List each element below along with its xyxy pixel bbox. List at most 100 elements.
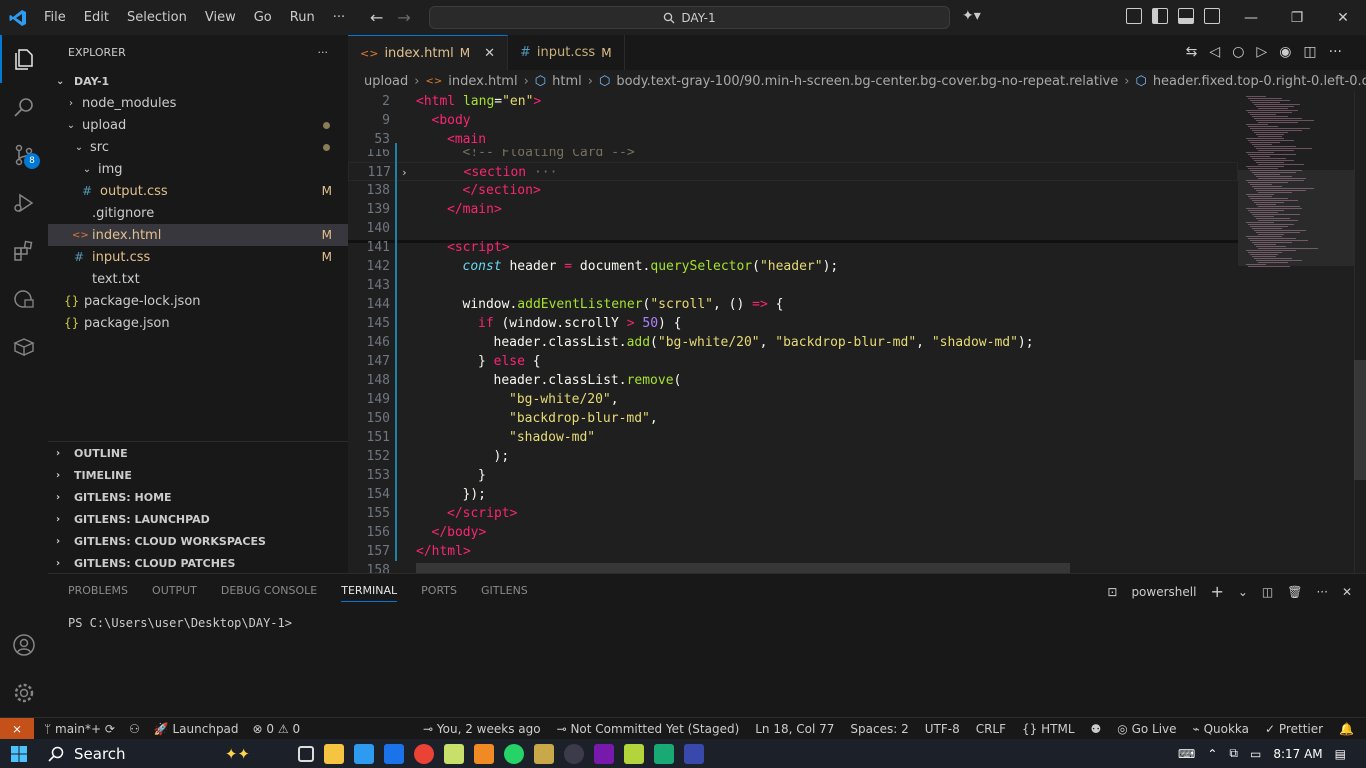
encoding[interactable]: UTF-8 (925, 722, 960, 736)
tab-index-html[interactable]: <> index.html M ✕ (348, 35, 509, 70)
tab-output[interactable]: OUTPUT (152, 584, 197, 602)
section-header[interactable]: › GITLENS: HOME (48, 486, 348, 508)
toggle-primary-sidebar-icon[interactable] (1152, 8, 1168, 24)
chevron-down-icon[interactable]: ⌄ (1238, 585, 1248, 599)
network-icon[interactable]: ⧉ (1229, 746, 1238, 761)
code-line[interactable]: 151 "shadow-md" (348, 428, 1238, 447)
indentation[interactable]: Spaces: 2 (850, 722, 908, 736)
tree-item[interactable]: {} package-lock.json (48, 290, 348, 312)
code-line[interactable]: 145 if (window.scrollY > 50) { (348, 314, 1238, 333)
minimize-icon[interactable]: — (1228, 0, 1274, 35)
tab-problems[interactable]: PROBLEMS (68, 584, 128, 602)
explorer-icon[interactable] (0, 35, 48, 83)
split-terminal-icon[interactable]: ◫ (1262, 585, 1273, 599)
code-line[interactable]: 153} (348, 466, 1238, 485)
breadcrumb-folder[interactable]: upload (364, 74, 408, 89)
compare-changes-icon[interactable]: ⇆ (1186, 44, 1198, 60)
code-line[interactable]: 143 (348, 276, 1238, 295)
remote-indicator-icon[interactable]: ⨯ (0, 717, 34, 740)
split-editor-icon[interactable]: ◫ (1303, 44, 1316, 60)
trash-icon[interactable]: 🗑 (1287, 585, 1302, 599)
code-line[interactable]: 142 const header = document.querySelector… (348, 257, 1238, 276)
tab-debug-console[interactable]: DEBUG CONSOLE (221, 584, 317, 602)
menu-selection[interactable]: Selection (118, 0, 196, 35)
gitlens-icon[interactable]: ⚇ (129, 722, 140, 736)
sticky-scroll-line[interactable]: 2 <html lang="en"> (348, 92, 1238, 111)
section-header[interactable]: › TIMELINE (48, 464, 348, 486)
layout-toggle-icon[interactable] (1126, 8, 1142, 24)
menu-more[interactable]: ··· (324, 0, 354, 35)
remote-explorer-icon[interactable] (0, 275, 48, 323)
back-arrow-icon[interactable]: ← (370, 8, 383, 27)
tree-item[interactable]: › node_modules (48, 92, 348, 114)
workspace-root[interactable]: ⌄ DAY-1 (48, 70, 348, 92)
restore-icon[interactable]: ❐ (1274, 0, 1320, 35)
tree-item[interactable]: ⌄ upload (48, 114, 348, 136)
tree-item[interactable]: <> index.html M (48, 224, 348, 246)
tab-gitlens[interactable]: GITLENS (481, 584, 528, 602)
task-view-icon[interactable] (298, 745, 314, 762)
account-icon[interactable] (0, 621, 48, 669)
code-line[interactable]: 117 › <section ··· (348, 162, 1238, 181)
clock[interactable]: 8:17 AM (1273, 747, 1322, 761)
breadcrumb-body[interactable]: body.text-gray-100/90.min-h-screen.bg-ce… (616, 74, 1118, 89)
code-line[interactable]: 148 header.classList.remove( (348, 371, 1238, 390)
battery-icon[interactable]: ▭ (1250, 747, 1261, 761)
search-view-icon[interactable] (0, 83, 48, 131)
launchpad-status[interactable]: 🚀 Launchpad (154, 722, 239, 736)
chrome-icon[interactable] (414, 743, 434, 764)
tree-item[interactable]: .gitignore (48, 202, 348, 224)
file-explorer-icon[interactable] (324, 743, 344, 764)
git-history-forward-icon[interactable]: ▷ (1256, 44, 1267, 60)
horizontal-scrollbar[interactable] (416, 563, 1070, 573)
notepad-icon[interactable] (444, 743, 464, 764)
containers-icon[interactable] (0, 323, 48, 371)
tree-item[interactable]: text.txt (48, 268, 348, 290)
minimap[interactable] (1238, 92, 1354, 573)
toggle-secondary-sidebar-icon[interactable] (1204, 8, 1220, 24)
code-line[interactable]: 155 </script> (348, 504, 1238, 523)
app-green-icon[interactable] (654, 743, 674, 764)
code-editor[interactable]: 116 <!-- Floating Card --> 117 › <section ··… (348, 92, 1238, 573)
close-panel-icon[interactable]: ✕ (1342, 585, 1352, 599)
menu-run[interactable]: Run (281, 0, 324, 35)
code-line[interactable]: 139 </main> (348, 200, 1238, 219)
section-header[interactable]: › OUTLINE (48, 442, 348, 464)
go-live-status[interactable]: ◎ Go Live (1117, 722, 1176, 736)
toggle-panel-icon[interactable] (1178, 8, 1194, 24)
pycharm-icon[interactable] (624, 743, 644, 764)
go-live-preview-icon[interactable]: ◉ (1279, 44, 1291, 60)
code-line[interactable]: 157 </html> (348, 542, 1238, 561)
code-line[interactable]: 150 "backdrop-blur-md", (348, 409, 1238, 428)
cursor-position[interactable]: Ln 18, Col 77 (755, 722, 834, 736)
whatsapp-icon[interactable] (504, 743, 524, 764)
branch-status[interactable]: ᛘ main*+ ⟳ (44, 722, 115, 736)
blame-status[interactable]: ⊸ You, 2 weeks ago (423, 722, 541, 736)
fold-chevron-icon[interactable]: › (401, 163, 408, 182)
breadcrumb-file[interactable]: index.html (448, 74, 517, 89)
code-line[interactable]: 152); (348, 447, 1238, 466)
code-line[interactable]: 149 "bg-white/20", (348, 390, 1238, 409)
store-icon[interactable] (384, 743, 404, 764)
menu-edit[interactable]: Edit (75, 0, 118, 35)
scrollbar-thumb[interactable] (1354, 360, 1366, 480)
git-history-back-icon[interactable]: ◁ (1209, 44, 1220, 60)
settings-gear-icon[interactable] (0, 669, 48, 717)
commit-status[interactable]: ⊸ Not Committed Yet (Staged) (557, 722, 740, 736)
code-line[interactable]: 144 window.addEventListener("scroll", () … (348, 295, 1238, 314)
close-icon[interactable]: ✕ (1320, 0, 1366, 35)
more-actions-icon[interactable]: ··· (318, 46, 329, 59)
source-control-icon[interactable]: 8 (0, 131, 48, 179)
sticky-scroll-line[interactable]: 9 <body (348, 111, 1238, 130)
code-line[interactable]: 141 <script> (348, 238, 1238, 257)
tree-item[interactable]: # input.css M (48, 246, 348, 268)
extensions-icon[interactable] (0, 227, 48, 275)
keyboard-icon[interactable]: ⌨ (1178, 747, 1195, 761)
close-tab-icon[interactable]: ✕ (484, 46, 495, 61)
section-header[interactable]: › GITLENS: CLOUD WORKSPACES (48, 530, 348, 552)
chevron-up-icon[interactable]: ⌃ (1207, 747, 1217, 761)
copilot-status-icon[interactable]: ⚉ (1091, 722, 1102, 736)
code-line[interactable]: 156 </body> (348, 523, 1238, 542)
minimap-viewport[interactable] (1238, 170, 1354, 266)
sticky-scroll-line[interactable]: 53 <main (348, 130, 1238, 149)
